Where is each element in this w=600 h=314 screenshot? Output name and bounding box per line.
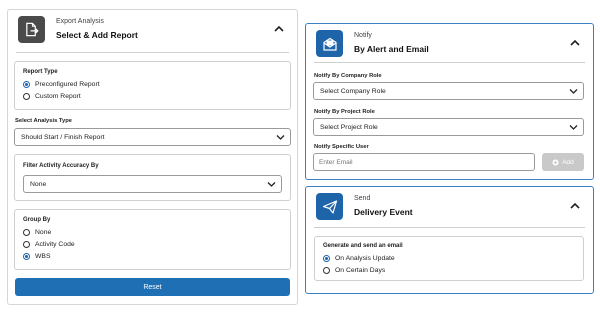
send-panel-subtitle: Send bbox=[354, 195, 371, 202]
reset-button[interactable]: Reset bbox=[15, 278, 290, 296]
chevron-down-icon bbox=[267, 182, 276, 187]
generate-email-group: Generate and send an email On Analysis U… bbox=[314, 236, 584, 281]
chevron-up-icon[interactable] bbox=[569, 38, 581, 48]
export-analysis-panel: Export Analysis Select & Add Report Repo… bbox=[7, 9, 298, 305]
chevron-up-icon[interactable] bbox=[569, 201, 581, 211]
radio-label: On Certain Days bbox=[335, 267, 386, 274]
notify-panel-subtitle: Notify bbox=[354, 32, 372, 39]
chevron-down-icon bbox=[569, 125, 578, 130]
filter-accuracy-group: Filter Activity Accuracy By None bbox=[14, 154, 291, 201]
analysis-type-label: Select Analysis Type bbox=[15, 118, 73, 124]
notify-panel-header[interactable]: Notify By Alert and Email bbox=[314, 30, 585, 62]
radio-group-wbs[interactable]: WBS bbox=[23, 252, 50, 261]
select-value: None bbox=[30, 180, 47, 188]
plus-circle-icon bbox=[552, 158, 559, 166]
radio-button-checked[interactable] bbox=[323, 255, 330, 262]
export-panel-title: Select & Add Report bbox=[56, 30, 138, 40]
send-panel-title: Delivery Event bbox=[354, 207, 413, 217]
mail-open-icon bbox=[316, 30, 343, 57]
select-value: Select Project Role bbox=[320, 123, 378, 131]
radio-button[interactable] bbox=[23, 229, 30, 236]
radio-on-certain-days[interactable]: On Certain Days bbox=[323, 266, 385, 275]
radio-label: Activity Code bbox=[35, 241, 75, 248]
report-type-group: Report Type Preconfigured Report Custom … bbox=[14, 61, 291, 110]
specific-user-label: Notify Specific User bbox=[314, 144, 369, 150]
company-role-select[interactable]: Select Company Role bbox=[313, 82, 584, 100]
radio-button-checked[interactable] bbox=[23, 253, 30, 260]
report-type-title: Report Type bbox=[23, 69, 58, 75]
chevron-down-icon bbox=[276, 135, 285, 140]
header-divider bbox=[314, 62, 585, 63]
export-panel-subtitle: Export Analysis bbox=[56, 18, 104, 25]
chevron-up-icon[interactable] bbox=[273, 24, 285, 34]
radio-label: Preconfigured Report bbox=[35, 81, 100, 88]
header-divider bbox=[16, 52, 289, 53]
chevron-down-icon bbox=[569, 89, 578, 94]
radio-label: On Analysis Update bbox=[335, 255, 395, 262]
notify-panel-title: By Alert and Email bbox=[354, 44, 429, 54]
company-role-label: Notify By Company Role bbox=[314, 73, 382, 79]
radio-on-analysis-update[interactable]: On Analysis Update bbox=[323, 254, 395, 263]
filter-accuracy-select[interactable]: None bbox=[23, 175, 282, 193]
add-email-button[interactable]: Add bbox=[542, 153, 584, 171]
paper-plane-icon bbox=[316, 193, 343, 220]
generate-email-title: Generate and send an email bbox=[323, 243, 403, 249]
radio-group-activity-code[interactable]: Activity Code bbox=[23, 240, 75, 249]
radio-button[interactable] bbox=[23, 93, 30, 100]
notify-panel: Notify By Alert and Email Notify By Comp… bbox=[305, 23, 594, 180]
group-by-group: Group By None Activity Code WBS bbox=[14, 209, 291, 270]
radio-label: None bbox=[35, 229, 52, 236]
header-divider bbox=[314, 227, 585, 228]
send-panel: Send Delivery Event Generate and send an… bbox=[305, 186, 594, 294]
filter-accuracy-title: Filter Activity Accuracy By bbox=[23, 163, 99, 169]
export-file-icon bbox=[18, 16, 45, 43]
project-role-label: Notify By Project Role bbox=[314, 109, 375, 115]
select-value: Select Company Role bbox=[320, 87, 386, 95]
group-by-title: Group By bbox=[23, 217, 51, 223]
radio-label: Custom Report bbox=[35, 93, 81, 100]
radio-button[interactable] bbox=[23, 241, 30, 248]
export-panel-header[interactable]: Export Analysis Select & Add Report bbox=[16, 16, 289, 48]
add-button-label: Add bbox=[562, 158, 574, 166]
select-value: Should Start / Finish Report bbox=[21, 133, 105, 141]
email-input[interactable] bbox=[313, 153, 535, 171]
radio-group-none[interactable]: None bbox=[23, 228, 51, 237]
radio-label: WBS bbox=[35, 253, 51, 260]
radio-button-checked[interactable] bbox=[23, 81, 30, 88]
radio-preconfigured-report[interactable]: Preconfigured Report bbox=[23, 80, 100, 89]
send-panel-header[interactable]: Send Delivery Event bbox=[314, 193, 585, 225]
analysis-type-select[interactable]: Should Start / Finish Report bbox=[14, 128, 291, 146]
radio-button[interactable] bbox=[323, 267, 330, 274]
radio-custom-report[interactable]: Custom Report bbox=[23, 92, 81, 101]
project-role-select[interactable]: Select Project Role bbox=[313, 118, 584, 136]
